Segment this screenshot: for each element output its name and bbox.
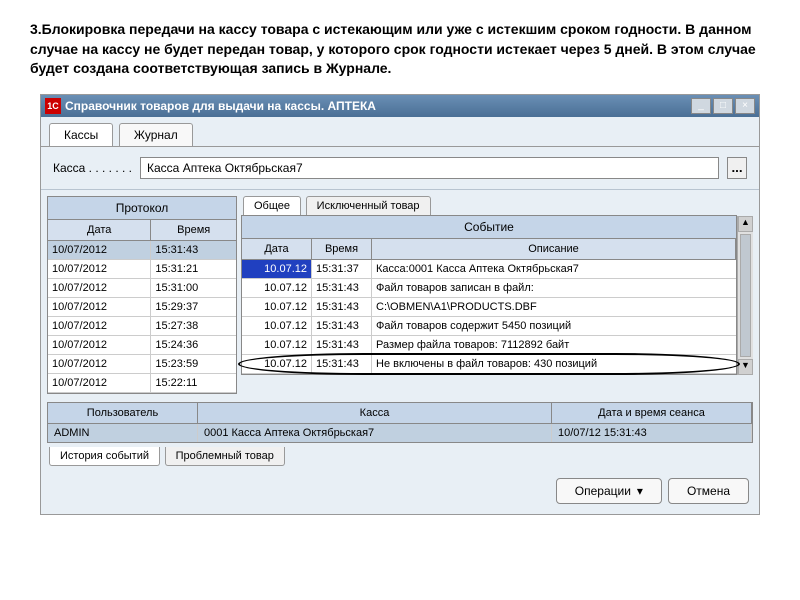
protocol-header: Протокол bbox=[48, 197, 236, 220]
protocol-row[interactable]: 10/07/201215:29:37 bbox=[48, 298, 236, 317]
protocol-panel: Протокол Дата Время 10/07/201215:31:43 1… bbox=[47, 196, 237, 394]
window-title: Справочник товаров для выдачи на кассы. … bbox=[65, 99, 691, 113]
tab-kassy[interactable]: Кассы bbox=[49, 123, 113, 146]
event-row-highlighted[interactable]: 10.07.1215:31:43Не включены в файл товар… bbox=[242, 355, 736, 374]
close-button[interactable]: × bbox=[735, 98, 755, 114]
session-col-datetime[interactable]: Дата и время сеанса bbox=[552, 403, 752, 423]
event-panel: Общее Исключенный товар Событие Дата Вре… bbox=[241, 196, 753, 375]
event-row[interactable]: 10.07.1215:31:43Файл товаров содержит 54… bbox=[242, 317, 736, 336]
kassa-input[interactable] bbox=[140, 157, 719, 179]
action-bar: Операции▾ Отмена bbox=[41, 468, 759, 514]
kassa-label: Касса . . . . . . . bbox=[53, 161, 132, 175]
scroll-up-icon[interactable]: ▲ bbox=[738, 216, 753, 232]
event-col-time[interactable]: Время bbox=[312, 239, 372, 259]
protocol-row[interactable]: 10/07/201215:31:00 bbox=[48, 279, 236, 298]
window-controls: _ □ × bbox=[691, 98, 755, 114]
operations-button[interactable]: Операции▾ bbox=[556, 478, 662, 504]
top-tabs: Кассы Журнал bbox=[41, 117, 759, 147]
subtab-general[interactable]: Общее bbox=[243, 196, 301, 216]
protocol-col-date[interactable]: Дата bbox=[48, 220, 151, 240]
protocol-row[interactable]: 10/07/201215:31:21 bbox=[48, 260, 236, 279]
scroll-thumb[interactable] bbox=[740, 234, 751, 357]
event-row[interactable]: 10.07.1215:31:37Касса:0001 Касса Аптека … bbox=[242, 260, 736, 279]
page-instruction: 3.Блокировка передачи на кассу товара с … bbox=[30, 20, 770, 79]
btab-problem[interactable]: Проблемный товар bbox=[165, 447, 285, 466]
bottom-tabs: История событий Проблемный товар bbox=[41, 445, 759, 468]
protocol-row[interactable]: 10/07/201215:22:11 bbox=[48, 374, 236, 393]
cancel-button[interactable]: Отмена bbox=[668, 478, 749, 504]
protocol-row[interactable]: 10/07/201215:31:43 bbox=[48, 241, 236, 260]
session-col-kassa[interactable]: Касса bbox=[198, 403, 552, 423]
minimize-button[interactable]: _ bbox=[691, 98, 711, 114]
app-window: 1С Справочник товаров для выдачи на касс… bbox=[40, 94, 760, 515]
kassa-lookup-button[interactable]: ... bbox=[727, 157, 747, 179]
event-scrollbar[interactable]: ▲ ▼ bbox=[737, 216, 753, 375]
protocol-col-time[interactable]: Время bbox=[151, 220, 236, 240]
protocol-row[interactable]: 10/07/201215:23:59 bbox=[48, 355, 236, 374]
session-col-user[interactable]: Пользователь bbox=[48, 403, 198, 423]
event-row[interactable]: 10.07.1215:31:43C:\OBMEN\A1\PRODUCTS.DBF bbox=[242, 298, 736, 317]
scroll-down-icon[interactable]: ▼ bbox=[738, 359, 753, 375]
btab-history[interactable]: История событий bbox=[49, 447, 160, 466]
titlebar: 1С Справочник товаров для выдачи на касс… bbox=[41, 95, 759, 117]
session-row[interactable]: ADMIN 0001 Касса Аптека Октябрьская7 10/… bbox=[48, 424, 752, 442]
session-grid: Пользователь Касса Дата и время сеанса A… bbox=[47, 402, 753, 443]
maximize-button[interactable]: □ bbox=[713, 98, 733, 114]
protocol-row[interactable]: 10/07/201215:24:36 bbox=[48, 336, 236, 355]
event-row[interactable]: 10.07.1215:31:43Файл товаров записан в ф… bbox=[242, 279, 736, 298]
tab-zhurnal[interactable]: Журнал bbox=[119, 123, 193, 146]
protocol-row[interactable]: 10/07/201215:27:38 bbox=[48, 317, 236, 336]
chevron-down-icon: ▾ bbox=[637, 484, 643, 498]
main-area: Протокол Дата Время 10/07/201215:31:43 1… bbox=[41, 190, 759, 400]
event-header: Событие bbox=[242, 216, 736, 239]
kassa-row: Касса . . . . . . . ... bbox=[41, 147, 759, 190]
subtab-excluded[interactable]: Исключенный товар bbox=[306, 196, 431, 216]
event-col-desc[interactable]: Описание bbox=[372, 239, 736, 259]
event-row[interactable]: 10.07.1215:31:43Размер файла товаров: 71… bbox=[242, 336, 736, 355]
event-col-date[interactable]: Дата bbox=[242, 239, 312, 259]
app-icon: 1С bbox=[45, 98, 61, 114]
